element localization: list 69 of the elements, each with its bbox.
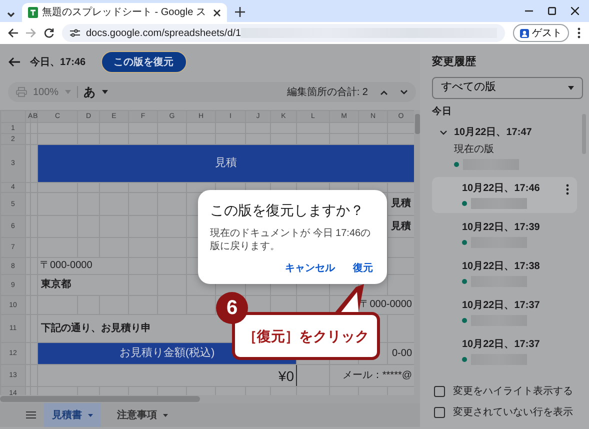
version-item[interactable]: 10月22日、17:46 [432,177,577,214]
version-time: 10月22日、17:46 [462,182,540,196]
caret-icon[interactable] [102,90,108,94]
panel-title: 変更履歴 [432,54,477,70]
version-item[interactable]: 10月22日、17:38 [432,255,577,292]
version-time: 10月22日、17:37 [462,299,540,314]
site-settings-icon[interactable] [70,28,80,38]
table-cell: 〒000-0000 [38,258,128,274]
close-icon[interactable] [571,7,579,15]
caret-icon [88,414,93,416]
tab-title: 無題のスプレッドシート - Google ス [42,6,207,20]
checkbox-label: 変更されていない行を表示 [453,406,573,420]
dialog-message: 現在のドキュメントが 今日 17:46の版に戻ります。 [210,227,372,253]
version-title: 今日、17:46 [30,56,86,70]
caret-icon [163,414,168,416]
checkbox-label: 変更をハイライト表示する [453,384,573,399]
section-label: 今日 [432,104,453,118]
version-time: 10月22日、17:39 [462,221,540,236]
close-icon[interactable] [213,8,221,16]
back-icon[interactable] [8,28,18,38]
version-item[interactable]: 10月22日、17:47 現在の版 [432,121,577,174]
profile-button[interactable]: ゲスト [513,24,569,42]
sheet-tab[interactable]: 見積書 [44,403,101,427]
step-number: 6 [216,292,248,324]
maximize-icon[interactable] [548,7,556,15]
print-icon [16,87,27,97]
caret-icon [568,86,574,90]
reload-icon[interactable] [44,28,54,38]
restore-version-button[interactable]: この版を復元 [100,51,187,73]
edit-count: 編集箇所の合計: 2 [286,86,368,100]
version-note: 現在の版 [454,143,494,158]
scrollbar-thumb[interactable] [0,396,200,402]
version-item[interactable]: 10月22日、17:37 [432,294,577,330]
plus-icon[interactable] [235,7,245,17]
version-time: 10月22日、17:38 [462,260,540,274]
chevron-up-icon[interactable] [380,90,388,94]
caret-icon [64,90,71,94]
cancel-button[interactable]: キャンセル [283,259,337,278]
browser-tab[interactable]: 無題のスプレッドシート - Google ス [22,3,227,22]
version-time: 10月22日、17:47 [454,126,532,140]
author-dot [462,240,467,246]
sheets-logo-icon [28,7,38,18]
zoom-level: 100% [33,86,59,100]
version-time: 10月22日、17:37 [462,338,540,352]
blurred-name [471,198,527,210]
chevron-down-icon[interactable] [400,90,408,94]
version-item[interactable]: 10月22日、17:37 [432,333,577,370]
author-dot [454,162,459,168]
input-mode-select[interactable]: あ [84,83,96,101]
more-icon[interactable] [566,184,569,196]
filter-dropdown[interactable]: すべての版 [432,76,583,98]
banner-cell: 見積 [38,144,414,182]
total-cell: ¥0 [38,364,296,386]
checkbox[interactable] [434,386,445,397]
sheet-tab[interactable]: 注意事項 [109,403,176,427]
back-icon[interactable] [8,57,20,67]
table-cell: 東京都 [38,274,128,296]
person-icon [520,28,529,38]
dialog-title: この版を復元しますか？ [210,201,365,220]
version-item[interactable]: 10月22日、17:39 [432,216,577,252]
author-dot [462,318,467,324]
checkbox[interactable] [434,407,445,418]
chevron-down-icon[interactable] [440,129,447,136]
author-dot [462,357,467,362]
author-dot [462,279,467,284]
author-dot [462,201,467,206]
restore-button[interactable]: 復元 [351,259,375,278]
scrollbar-thumb[interactable] [415,114,420,134]
menu-icon[interactable] [577,27,581,39]
